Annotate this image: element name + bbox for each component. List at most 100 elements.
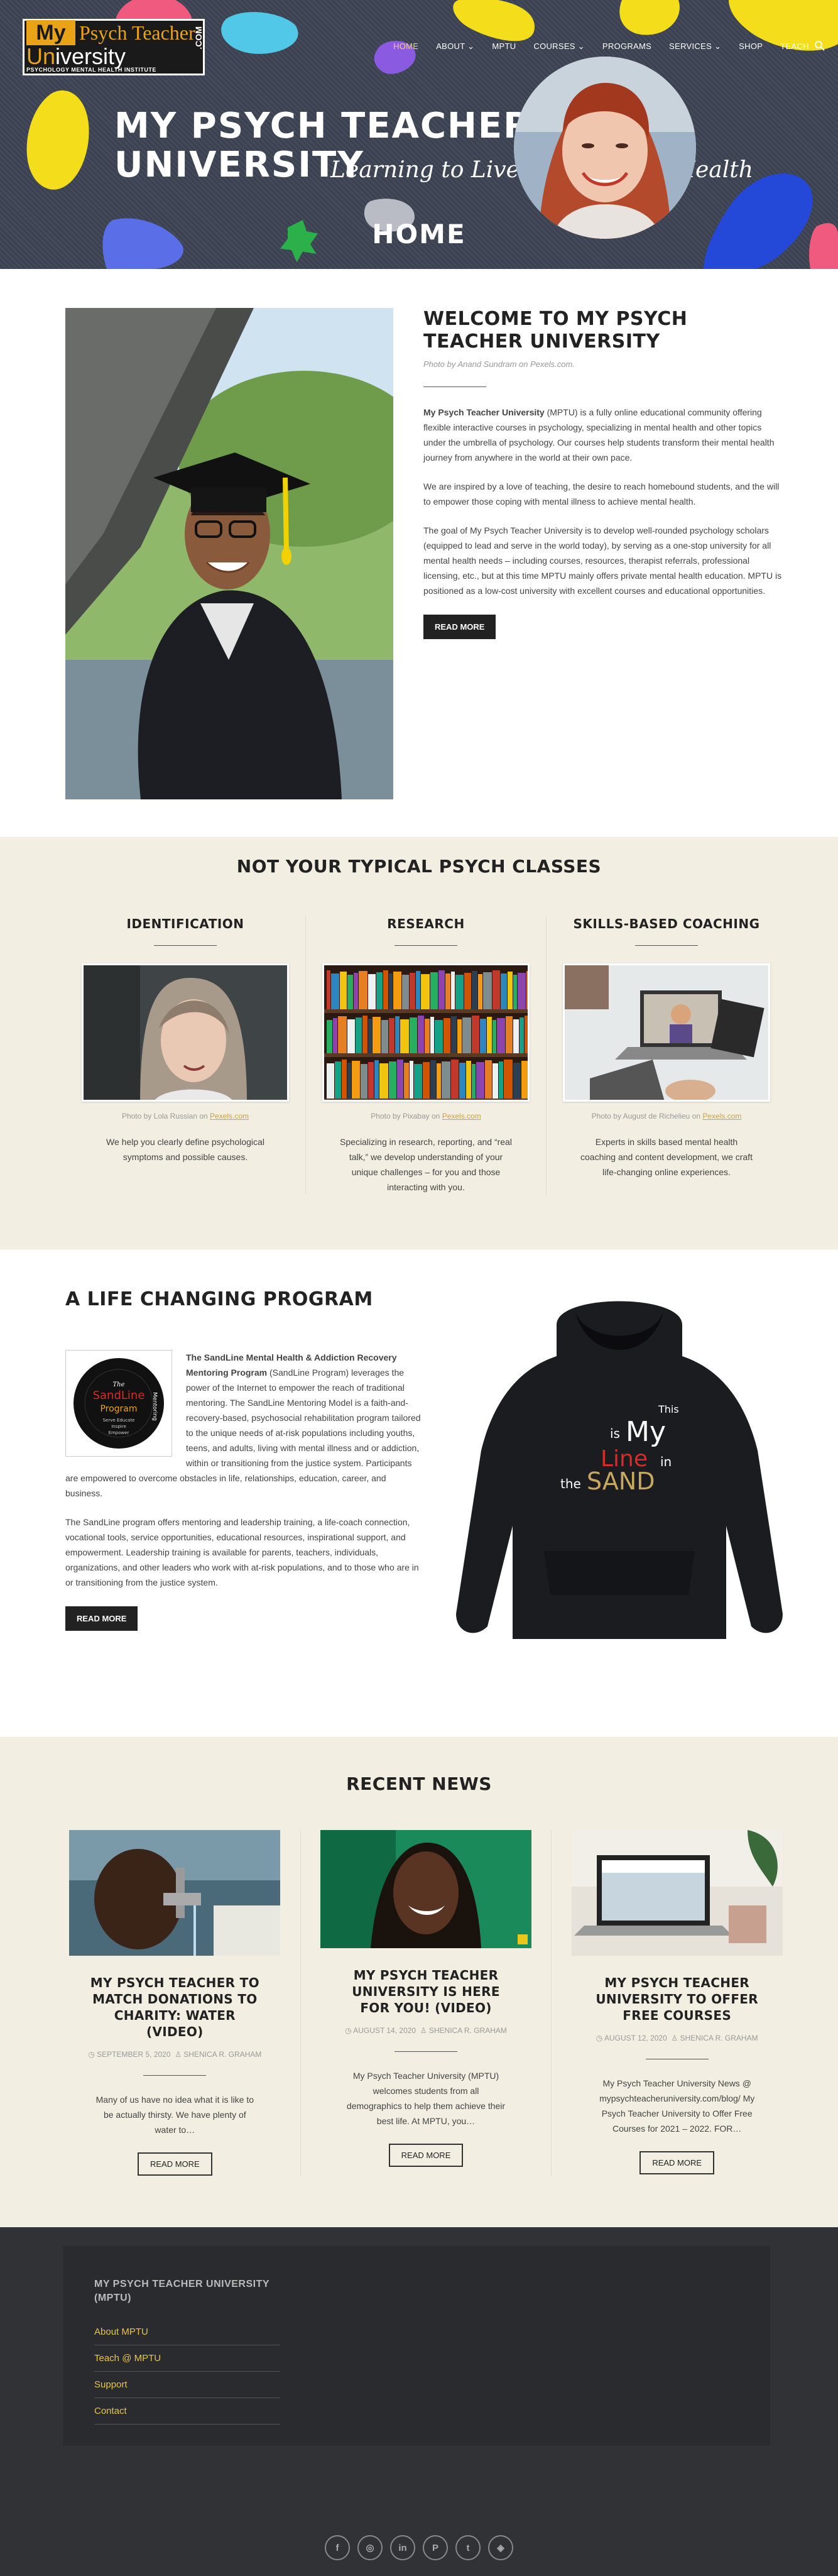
book-spine <box>333 1018 337 1053</box>
divider <box>143 2075 207 2076</box>
hoodie-my: My <box>626 1416 666 1448</box>
program-read-more-button[interactable]: READ MORE <box>65 1606 138 1631</box>
book-spine <box>347 1019 355 1053</box>
book-spine <box>347 975 353 1009</box>
book-spine <box>525 1016 528 1053</box>
book-spine <box>497 1018 505 1053</box>
linkedin-icon[interactable]: in <box>390 2535 415 2560</box>
site-header: My Psych Teacher University PSYCHOLOGY M… <box>0 0 838 269</box>
hoodie-the: the <box>560 1476 581 1491</box>
book-spine <box>361 1064 367 1099</box>
book-spine <box>487 1017 492 1053</box>
nav-item-courses[interactable]: COURSES ⌄ <box>525 41 594 52</box>
book-spine <box>501 973 507 1009</box>
news-title[interactable]: MY PSYCH TEACHER UNIVERSITY IS HERE FOR … <box>317 1967 536 2016</box>
footer-title: MY PSYCH TEACHER UNIVERSITY (MPTU) <box>94 2279 269 2303</box>
news-read-more-button[interactable]: READ MORE <box>137 2152 212 2176</box>
footer-link-about[interactable]: About MPTU <box>94 2319 280 2345</box>
book-spine <box>451 1016 457 1053</box>
news-thumbnail-video[interactable] <box>320 1830 531 1948</box>
shelf-board <box>324 1009 528 1013</box>
book-spine <box>435 1020 443 1053</box>
news-read-more-button[interactable]: READ MORE <box>639 2151 715 2174</box>
book-spine <box>397 1060 403 1099</box>
hero-title-line2: UNIVERSITY <box>114 145 364 185</box>
book-spine <box>459 1063 465 1099</box>
footer-link-contact[interactable]: Contact <box>94 2398 280 2425</box>
page-title: HOME <box>372 219 466 249</box>
news-meta: ◷ AUGUST 14, 2020 ♙ SHENICA R. GRAHAM <box>317 2026 536 2035</box>
news-thumbnail-water[interactable] <box>69 1830 281 1956</box>
divider <box>154 945 217 946</box>
footer-link-support[interactable]: Support <box>94 2372 280 2398</box>
hoodie-sand: SAND <box>587 1467 655 1495</box>
nav-item-services[interactable]: SERVICES ⌄ <box>660 41 730 52</box>
book-spine <box>445 973 450 1009</box>
news-meta: ◷ AUGUST 12, 2020 ♙ SHENICA R. GRAHAM <box>567 2034 786 2042</box>
calendar-icon: ◷ <box>88 2050 97 2059</box>
book-spine <box>340 972 347 1009</box>
book-spine <box>414 1064 422 1099</box>
news-thumbnail-laptop[interactable] <box>571 1830 783 1956</box>
graduate-photo <box>65 308 393 799</box>
book-spine <box>327 1020 332 1053</box>
book-spine <box>476 1062 484 1099</box>
nav-item-programs[interactable]: PROGRAMS <box>594 41 660 52</box>
book-spine <box>430 972 438 1009</box>
facebook-icon[interactable]: f <box>325 2535 350 2560</box>
site-logo[interactable]: My Psych Teacher University PSYCHOLOGY M… <box>23 19 205 75</box>
news-author[interactable]: SHENICA R. GRAHAM <box>429 2026 507 2035</box>
pinterest-icon[interactable]: P <box>423 2535 448 2560</box>
instagram-icon[interactable]: ◎ <box>357 2535 383 2560</box>
book-spine <box>368 1019 372 1053</box>
footer-widget: MY PSYCH TEACHER UNIVERSITY (MPTU) About… <box>63 2246 770 2446</box>
nav-item-mptu[interactable]: MPTU <box>483 41 525 52</box>
book-spine <box>430 1017 434 1053</box>
book-spine <box>451 1060 459 1099</box>
hero-title-line1: MY PSYCH TEACHER <box>114 106 532 146</box>
book-spine <box>504 1060 513 1099</box>
photo-credit-link[interactable]: Pexels.com <box>210 1112 249 1121</box>
book-spine <box>423 1062 430 1099</box>
book-spine <box>478 974 482 1009</box>
identification-photo <box>82 963 289 1102</box>
news-author[interactable]: SHENICA R. GRAHAM <box>680 2034 758 2042</box>
twitter-icon[interactable]: t <box>455 2535 481 2560</box>
photo-credit: Photo by August de Richelieu on Pexels.c… <box>559 1112 774 1121</box>
other-social-icon[interactable]: ◈ <box>488 2535 513 2560</box>
photo-credit-link[interactable]: Pexels.com <box>702 1112 741 1121</box>
calendar-icon: ◷ <box>345 2026 354 2035</box>
photo-credit: Photo by Pixabay on Pexels.com <box>318 1112 533 1121</box>
book-spine <box>393 972 401 1009</box>
news-title[interactable]: MY PSYCH TEACHER UNIVERSITY TO OFFER FRE… <box>567 1975 786 2024</box>
logo-university-rest: iversity <box>55 43 126 69</box>
book-spine <box>472 1016 479 1053</box>
welcome-read-more-button[interactable]: READ MORE <box>423 615 496 639</box>
book-spine <box>457 1019 462 1053</box>
book-spine <box>513 1019 519 1053</box>
nav-item-about[interactable]: ABOUT ⌄ <box>427 41 483 52</box>
book-spine <box>438 970 445 1009</box>
news-title[interactable]: MY PSYCH TEACHER TO MATCH DONATIONS TO C… <box>65 1975 285 2040</box>
logo-dotcom: .COM <box>193 26 204 50</box>
search-icon[interactable] <box>814 40 825 52</box>
book-spine <box>410 973 415 1009</box>
book-spine <box>327 970 330 1009</box>
book-spine <box>416 971 420 1009</box>
news-read-more-button[interactable]: READ MORE <box>388 2144 464 2167</box>
nav-item-home[interactable]: HOME <box>384 41 427 52</box>
photo-credit-link[interactable]: Pexels.com <box>442 1112 481 1121</box>
book-spine <box>410 1017 417 1053</box>
nav-item-shop[interactable]: SHOP <box>730 41 771 52</box>
news-author[interactable]: SHENICA R. GRAHAM <box>183 2050 261 2059</box>
nav-item-teach[interactable]: TEACH <box>771 41 818 52</box>
book-spine <box>359 971 367 1009</box>
book-spine <box>518 973 526 1009</box>
photo-credit-link[interactable]: Pexels.com <box>530 359 572 369</box>
book-spine <box>492 970 500 1009</box>
news-post: MY PSYCH TEACHER UNIVERSITY TO OFFER FRE… <box>552 1830 786 2176</box>
footer-link-teach[interactable]: Teach @ MPTU <box>94 2345 280 2372</box>
book-spine <box>389 973 393 1009</box>
social-links: f ◎ in P t ◈ <box>0 2535 838 2560</box>
book-spine <box>373 1017 381 1053</box>
